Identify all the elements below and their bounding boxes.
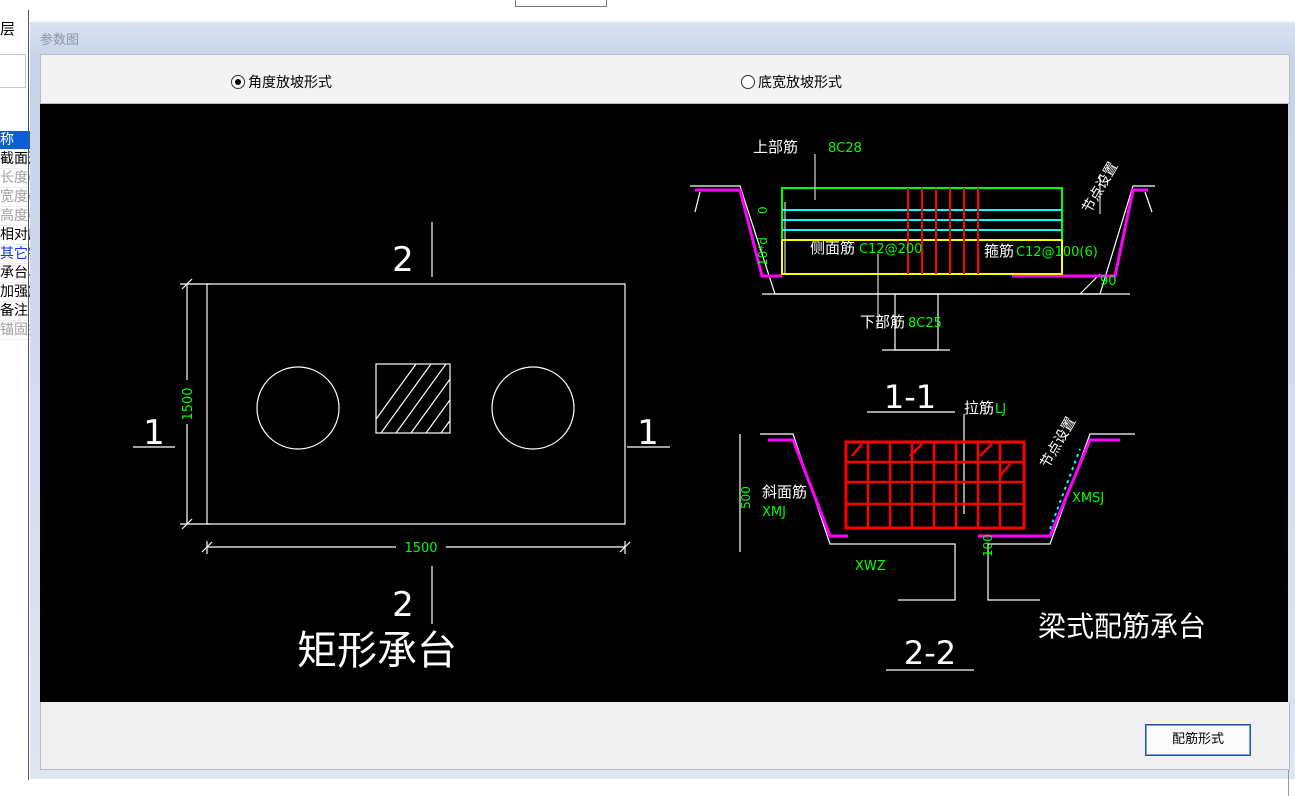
rect-cap-title: 矩形承台	[297, 628, 457, 674]
dialog-footer: 配筋形式	[40, 702, 1290, 770]
property-row[interactable]: 高度(	[0, 207, 30, 226]
section-2-2-title: 2-2	[904, 634, 956, 672]
section-1-right-label: 1	[637, 413, 659, 453]
dim-500-label: 500	[739, 486, 753, 509]
parameter-dialog: 参数图 角度放坡形式 底宽放坡形式 1500 1500 2 2 1 1 矩形承台…	[30, 22, 1295, 779]
dim-height-label: 1500	[181, 387, 196, 420]
dim-width-label: 1500	[404, 541, 437, 556]
xmsj-label: XMSJ	[1072, 491, 1104, 506]
section-2-top-label: 2	[392, 240, 414, 280]
dim-100-label: 100	[981, 534, 995, 557]
property-row[interactable]: 称	[0, 131, 30, 150]
cap-outline	[206, 283, 626, 525]
section-1-1-title: 1-1	[884, 378, 936, 416]
section-1-left-label: 1	[143, 413, 165, 453]
tie-rebar-value: LJ	[995, 402, 1006, 417]
side-rebar-label: 侧面筋	[810, 239, 855, 257]
panel-title: 层	[0, 20, 16, 38]
top-field[interactable]	[515, 0, 607, 7]
radio-angle-slope[interactable]: 角度放坡形式	[231, 72, 332, 92]
angle-value: 90	[1100, 274, 1117, 289]
property-row[interactable]: 承台单	[0, 264, 30, 283]
radio-width-slope[interactable]: 底宽放坡形式	[741, 72, 842, 92]
dim-zero-label: 0	[756, 206, 770, 214]
tie-rebar-label: 拉筋	[964, 399, 994, 417]
dialog-title: 参数图	[40, 33, 80, 48]
xwz-label: XWZ	[855, 559, 886, 574]
dim-10d-label: 10*d	[756, 237, 770, 266]
column-hatch	[376, 364, 450, 433]
pile-left	[256, 366, 340, 450]
section-2-2	[739, 414, 1135, 601]
rebar-form-button[interactable]: 配筋形式	[1145, 724, 1251, 756]
bottom-rebar-value: 8C25	[908, 316, 942, 331]
property-row[interactable]: 截面形	[0, 150, 30, 169]
top-rebar-value: 8C28	[828, 141, 862, 156]
node-setting-2: 节点设置	[1038, 415, 1080, 471]
section-2-bottom-label: 2	[392, 585, 414, 625]
bottom-rebar-label: 下部筋	[860, 313, 905, 331]
stirrup-label: 箍筋	[984, 242, 1014, 260]
window-edge	[1288, 770, 1289, 796]
property-row[interactable]: 备注	[0, 302, 30, 321]
slope-rebar-label: 斜面筋	[762, 483, 807, 501]
property-list: 称截面形长度(宽度(高度(相对底其它钢承台单加强筋备注锚固搭	[0, 131, 30, 340]
stirrup-value: C12@100(6)	[1016, 245, 1098, 260]
component-property-panel: 层 称截面形长度(宽度(高度(相对底其它钢承台单加强筋备注锚固搭	[0, 0, 30, 796]
panel-search-input[interactable]	[0, 54, 26, 88]
slope-mode-bar: 角度放坡形式 底宽放坡形式	[40, 54, 1290, 104]
property-row[interactable]: 宽度(	[0, 188, 30, 207]
rect-cap-plan	[133, 222, 670, 624]
property-row[interactable]: 锚固搭	[0, 321, 30, 340]
node-setting-1: 节点设置	[1080, 160, 1122, 216]
beam-cap-title: 梁式配筋承台	[1038, 610, 1206, 643]
radio-angle-label: 角度放坡形式	[248, 75, 332, 91]
slope-rebar-value: XMJ	[762, 505, 786, 520]
cap-drawing-svg: 1500 1500 2 2 1 1 矩形承台 上部筋 8C28 侧面筋 C12@…	[133, 138, 1206, 674]
panel-divider	[28, 10, 29, 780]
property-row[interactable]: 加强筋	[0, 283, 30, 302]
radio-width-label: 底宽放坡形式	[758, 75, 842, 91]
radio-unchecked-icon	[741, 75, 755, 89]
property-row[interactable]: 长度(	[0, 169, 30, 188]
radio-checked-icon	[231, 75, 245, 89]
pile-right	[491, 366, 575, 450]
side-rebar-value: C12@200	[859, 242, 922, 257]
top-rebar-label: 上部筋	[753, 138, 798, 156]
property-row[interactable]: 相对底	[0, 226, 30, 245]
parameter-drawing-canvas: 1500 1500 2 2 1 1 矩形承台 上部筋 8C28 侧面筋 C12@…	[40, 104, 1288, 702]
property-row[interactable]: 其它钢	[0, 245, 30, 264]
